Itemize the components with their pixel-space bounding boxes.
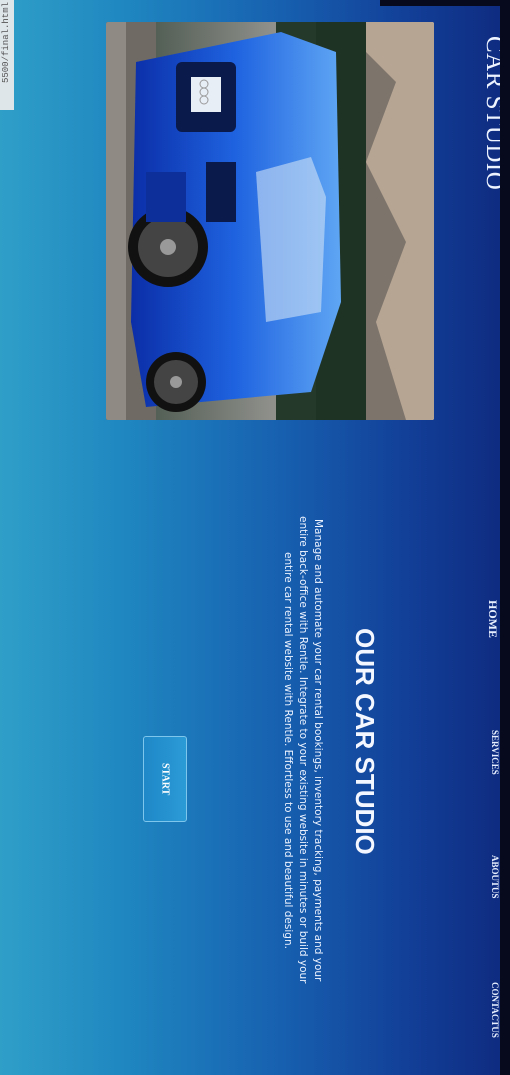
nav-about-us[interactable]: ABOUTUS bbox=[460, 855, 500, 899]
hero-description: Manage and automate your car rental book… bbox=[282, 516, 324, 984]
nav-contact-us[interactable]: CONTACTUS bbox=[460, 982, 500, 1038]
webpage-screen: 5500/final.html CAR STUDIO HOME SERVICES… bbox=[0, 0, 510, 1075]
browser-address-bar[interactable]: 5500/final.html bbox=[0, 0, 14, 110]
url-text: 5500/final.html bbox=[1, 2, 11, 84]
monitor-bezel bbox=[500, 0, 510, 1075]
start-button[interactable]: START bbox=[143, 736, 187, 822]
nav-services[interactable]: SERVICES bbox=[460, 730, 500, 775]
monitor-bezel-top bbox=[380, 0, 510, 6]
hero-title: OUR CAR STUDIO bbox=[350, 628, 380, 855]
nav-home[interactable]: HOME bbox=[460, 600, 500, 638]
hero-car-image bbox=[106, 22, 434, 420]
start-button-label: START bbox=[159, 762, 171, 796]
main-navigation: HOME SERVICES ABOUTUS CONTACTUS bbox=[460, 600, 500, 1060]
